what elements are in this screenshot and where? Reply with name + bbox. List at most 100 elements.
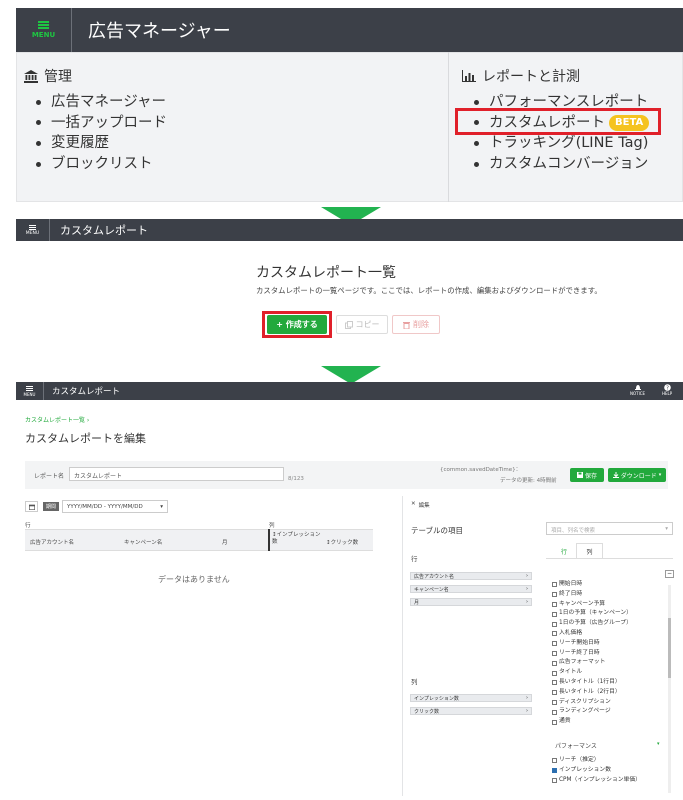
menu-label: MENU: [25, 230, 40, 236]
row-chip-month[interactable]: 月 ›: [410, 598, 532, 606]
checklist-item-label: 1日の予算（キャンペーン）: [559, 610, 632, 617]
checklist-item-label: 入札価格: [559, 629, 583, 636]
notice-button[interactable]: NOTICE: [630, 384, 645, 396]
checkbox[interactable]: [552, 592, 557, 598]
reports-item-label: カスタムコンバージョン: [489, 155, 649, 172]
checklist-item[interactable]: 広告フォーマット: [552, 658, 662, 668]
row-chip-label: 広告アカウント名: [414, 573, 455, 580]
calendar-icon: [28, 504, 35, 510]
breadcrumb[interactable]: カスタムレポート一覧 ›: [25, 415, 89, 424]
bar-chart-icon: [462, 70, 476, 82]
reports-item-tracking[interactable]: トラッキング(LINE Tag): [466, 133, 649, 154]
menu-button[interactable]: MENU: [16, 219, 50, 241]
save-icon: [576, 472, 583, 478]
menu-button[interactable]: MENU: [16, 8, 72, 52]
admin-item-bulk-upload[interactable]: 一括アップロード: [28, 113, 167, 134]
tab-underline: [546, 558, 673, 559]
checkbox[interactable]: [552, 641, 557, 647]
delete-button[interactable]: 削除: [392, 315, 440, 334]
help-label: HELP: [662, 391, 673, 396]
tab-columns[interactable]: 列: [576, 543, 603, 559]
checklist-item[interactable]: ディスクリプション: [552, 698, 662, 708]
perf-item-label: リーチ（推定）: [559, 757, 600, 763]
admin-heading-label: 管理: [44, 69, 72, 85]
checkbox[interactable]: [552, 650, 557, 656]
checkbox[interactable]: [552, 631, 557, 637]
admin-item-blocklist[interactable]: ブロックリスト: [28, 154, 167, 175]
chevron-down-icon[interactable]: ▾: [657, 741, 660, 747]
col-chip-clicks[interactable]: クリック数 ›: [410, 707, 532, 715]
checkbox[interactable]: [552, 621, 557, 627]
admin-item-history[interactable]: 変更履歴: [28, 133, 167, 154]
checkbox[interactable]: [552, 699, 557, 705]
row-chip-campaign[interactable]: キャンペーン名 ›: [410, 585, 532, 593]
perf-item-impressions[interactable]: インプレッション数: [552, 766, 662, 776]
field-search-input[interactable]: 項目、列名で検索 ▾: [546, 522, 673, 535]
report-name-input[interactable]: カスタムレポート: [69, 467, 284, 481]
checkbox[interactable]: [552, 680, 557, 686]
checkbox[interactable]: [552, 660, 557, 666]
checklist-item[interactable]: 1日の予算（キャンペーン）: [552, 609, 662, 619]
checkbox[interactable]: [552, 709, 557, 715]
menu-button[interactable]: MENU: [16, 382, 44, 400]
checklist-item[interactable]: タイトル: [552, 668, 662, 678]
perf-item-cpm[interactable]: CPM（インプレッション単価）: [552, 776, 662, 786]
row-col-divider: [268, 529, 270, 551]
row-chip-label: 月: [414, 599, 420, 606]
checkbox-checked[interactable]: [552, 768, 557, 774]
checklist-item[interactable]: 通貨: [552, 717, 662, 727]
edit-panel-divider: [402, 496, 403, 796]
table-col-month: 月: [222, 540, 228, 546]
calendar-button[interactable]: [25, 501, 38, 512]
collapse-button[interactable]: −: [665, 570, 674, 578]
bank-icon: [24, 69, 38, 83]
copy-icon: [344, 320, 353, 329]
header-title: カスタムレポート: [52, 387, 121, 397]
chevron-right-icon: ›: [526, 708, 528, 714]
date-range-select[interactable]: YYYY/MM/DD - YYYY/MM/DD ▾: [62, 500, 168, 513]
checklist-item-label: 終了日時: [559, 590, 583, 597]
save-button[interactable]: 保存: [570, 468, 604, 482]
delete-label: 削除: [413, 320, 429, 329]
checkbox[interactable]: [552, 719, 557, 725]
checklist-item[interactable]: 入札価格: [552, 629, 662, 639]
admin-item-ad-manager[interactable]: 広告マネージャー: [28, 92, 167, 113]
checkbox[interactable]: [552, 582, 557, 588]
checklist-item[interactable]: キャンペーン予算: [552, 600, 662, 610]
checklist-item[interactable]: 1日の予算（広告グループ）: [552, 619, 662, 629]
checkbox[interactable]: [552, 670, 557, 676]
checklist-item-label: 1日の予算（広告グループ）: [559, 620, 632, 627]
checklist-item[interactable]: リーチ開始日時: [552, 639, 662, 649]
copy-button[interactable]: コピー: [336, 315, 388, 334]
checklist-item[interactable]: リーチ終了日時: [552, 649, 662, 659]
checkbox[interactable]: [552, 758, 557, 764]
checkbox[interactable]: [552, 601, 557, 607]
checklist-item-label: タイトル: [559, 669, 583, 676]
column-checklist: 開始日時 終了日時キャンペーン予算 1日の予算（キャンペーン） 1日の予算（広告グルー…: [552, 580, 662, 730]
scrollbar-thumb[interactable]: [668, 618, 671, 678]
close-icon[interactable]: ✕: [411, 501, 416, 509]
hamburger-icon: [26, 385, 33, 391]
checklist-item[interactable]: 長いタイトル（2行目）: [552, 688, 662, 698]
highlight-box-custom-report: [455, 108, 661, 135]
reports-item-conversion[interactable]: カスタムコンバージョン: [466, 154, 649, 175]
checklist-item[interactable]: 長いタイトル（1行目）: [552, 678, 662, 688]
help-button[interactable]: ? HELP: [662, 384, 672, 396]
checklist-item[interactable]: 開始日時: [552, 580, 662, 590]
checkbox[interactable]: [552, 777, 557, 783]
checkbox[interactable]: [552, 690, 557, 696]
menu-label: MENU: [23, 391, 36, 397]
checklist-item[interactable]: ランディングページ: [552, 707, 662, 717]
download-button[interactable]: ダウンロード ▾: [608, 468, 666, 482]
caret-down-icon: ▾: [658, 472, 662, 478]
perf-item-reach[interactable]: リーチ（推定）: [552, 756, 662, 766]
checklist-item-label: 広告フォーマット: [559, 659, 606, 666]
scrollbar-track[interactable]: [668, 585, 671, 793]
create-button[interactable]: + 作成する: [267, 315, 327, 334]
admin-item-label: ブロックリスト: [51, 155, 153, 172]
table-col-impressions: ↕インプレッション数: [272, 532, 322, 546]
row-chip-account[interactable]: 広告アカウント名 ›: [410, 572, 532, 580]
col-chip-impressions[interactable]: インプレッション数 ›: [410, 694, 532, 702]
checkbox[interactable]: [552, 611, 557, 617]
checklist-item[interactable]: 終了日時: [552, 590, 662, 600]
